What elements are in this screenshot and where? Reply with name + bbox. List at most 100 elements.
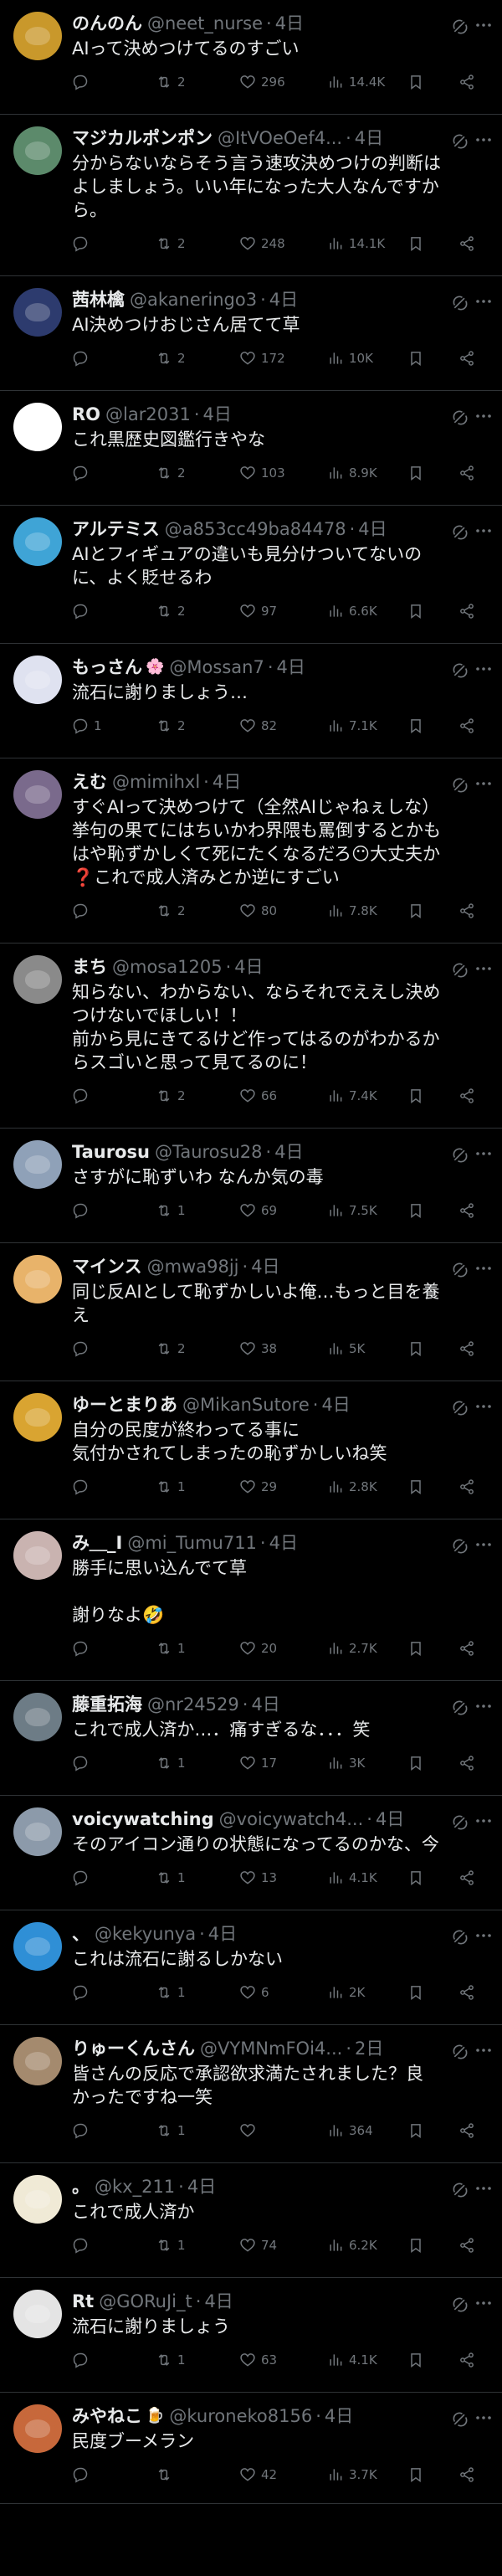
repost-button[interactable]: 1 <box>156 1869 239 1886</box>
repost-button[interactable]: 2 <box>156 603 239 620</box>
user-handle[interactable]: @Taurosu28 <box>155 1140 263 1164</box>
post-time[interactable]: 4日 <box>204 2290 233 2313</box>
reply-post[interactable]: マインス @mwa98jj · 4日 同じ反AIとして恥ずかしいよ俺…もっと目を… <box>0 1243 502 1381</box>
reply-button[interactable] <box>72 603 156 620</box>
share-button[interactable] <box>458 2122 475 2139</box>
share-button[interactable] <box>458 603 475 620</box>
avatar[interactable] <box>13 1531 62 1580</box>
reply-post[interactable]: アルテミス @a853cc49ba84478 · 4日 AIとフィギュアの違いも… <box>0 506 502 644</box>
views-button[interactable]: 14.4K <box>327 74 407 90</box>
bookmark-button[interactable] <box>407 1640 444 1657</box>
bookmark-button[interactable] <box>407 902 444 919</box>
reply-button[interactable] <box>72 1640 156 1657</box>
display-name[interactable]: もっさん <box>72 656 142 679</box>
display-name[interactable]: えむ <box>72 770 107 794</box>
display-name[interactable]: 。 <box>72 2175 90 2198</box>
share-button[interactable] <box>458 902 475 919</box>
grok-icon[interactable] <box>452 1699 469 1716</box>
post-time[interactable]: 4日 <box>277 656 305 679</box>
user-handle[interactable]: @GORuJi_t <box>99 2290 192 2313</box>
display-name[interactable]: みやねこ <box>72 2404 142 2428</box>
user-handle[interactable]: @mwa98jj <box>147 1255 239 1278</box>
grok-icon[interactable] <box>452 409 469 426</box>
grok-icon[interactable] <box>452 2411 469 2428</box>
grok-icon[interactable] <box>452 1538 469 1555</box>
share-button[interactable] <box>458 2466 475 2483</box>
repost-button[interactable]: 1 <box>156 1755 239 1771</box>
like-button[interactable]: 296 <box>239 74 327 90</box>
bookmark-button[interactable] <box>407 2466 444 2483</box>
reply-post[interactable]: えむ @mimihxl · 4日 すぐAIって決めつけて（全然AIじゃねぇしな）… <box>0 758 502 944</box>
post-time[interactable]: 4日 <box>203 403 232 426</box>
more-options-icon[interactable] <box>474 1144 494 1164</box>
repost-button[interactable]: 2 <box>156 1087 239 1104</box>
share-button[interactable] <box>458 74 475 90</box>
bookmark-button[interactable] <box>407 2352 444 2368</box>
avatar[interactable] <box>13 1140 62 1189</box>
display-name[interactable]: 藤重拓海 <box>72 1693 142 1716</box>
repost-button[interactable]: 2 <box>156 465 239 481</box>
user-handle[interactable]: @nr24529 <box>147 1693 239 1716</box>
share-button[interactable] <box>458 1984 475 2001</box>
bookmark-button[interactable] <box>407 465 444 481</box>
reply-button[interactable] <box>72 74 156 90</box>
post-time[interactable]: 4日 <box>251 1255 279 1278</box>
post-time[interactable]: 4日 <box>269 288 298 311</box>
user-handle[interactable]: @kekyunya <box>95 1922 196 1946</box>
reply-button[interactable] <box>72 1984 156 2001</box>
more-options-icon[interactable] <box>474 2408 494 2428</box>
post-time[interactable]: 4日 <box>376 1807 404 1831</box>
reply-button[interactable] <box>72 2237 156 2254</box>
bookmark-button[interactable] <box>407 350 444 367</box>
avatar[interactable] <box>13 288 62 337</box>
bookmark-button[interactable] <box>407 1869 444 1886</box>
user-handle[interactable]: @voicywatch4... <box>219 1807 364 1831</box>
reply-post[interactable]: もっさん 🌸 @Mossan7 · 4日 流石に謝りましょう… 1 2 82 7… <box>0 644 502 758</box>
reply-post[interactable]: 茜林檎 @akaneringo3 · 4日 AI決めつけおじさん居てて草 2 1… <box>0 276 502 391</box>
more-options-icon[interactable] <box>474 1811 494 1831</box>
reply-post[interactable]: りゅーくんさん @VYMNmFOi4... · 2日 皆さんの反応で承認欲求満た… <box>0 2025 502 2163</box>
grok-icon[interactable] <box>452 2296 469 2313</box>
post-time[interactable]: 4日 <box>275 12 304 35</box>
reply-button[interactable] <box>72 350 156 367</box>
grok-icon[interactable] <box>452 962 469 979</box>
reply-post[interactable]: ゆーとまりあ @MikanSutore · 4日 自分の民度が終わってる事に 気… <box>0 1381 502 1519</box>
repost-button[interactable]: 2 <box>156 1340 239 1357</box>
repost-button[interactable]: 2 <box>156 74 239 90</box>
like-button[interactable]: 29 <box>239 1478 327 1495</box>
post-time[interactable]: 4日 <box>274 1140 303 1164</box>
share-button[interactable] <box>458 1478 475 1495</box>
reply-button[interactable] <box>72 1755 156 1771</box>
views-button[interactable]: 6.2K <box>327 2237 407 2254</box>
repost-button[interactable]: 1 <box>156 1640 239 1657</box>
share-button[interactable] <box>458 2237 475 2254</box>
repost-button[interactable]: 1 <box>156 2237 239 2254</box>
grok-icon[interactable] <box>452 18 469 35</box>
post-time[interactable]: 4日 <box>208 1922 237 1946</box>
post-time[interactable]: 4日 <box>269 1531 298 1555</box>
user-handle[interactable]: @MikanSutore <box>182 1393 310 1417</box>
display-name[interactable]: のんのん <box>72 12 142 35</box>
repost-button[interactable]: 2 <box>156 350 239 367</box>
like-button[interactable]: 66 <box>239 1087 327 1104</box>
reply-post[interactable]: のんのん @neet_nurse · 4日 AIって決めつけてるのすごい 2 2… <box>0 0 502 115</box>
display-name[interactable]: RO <box>72 403 100 426</box>
share-button[interactable] <box>458 1869 475 1886</box>
views-button[interactable]: 2.8K <box>327 1478 407 1495</box>
bookmark-button[interactable] <box>407 1202 444 1219</box>
display-name[interactable]: み＿_I <box>72 1531 122 1555</box>
grok-icon[interactable] <box>452 133 469 150</box>
share-button[interactable] <box>458 2352 475 2368</box>
views-button[interactable]: 4.1K <box>327 2352 407 2368</box>
views-button[interactable]: 364 <box>327 2122 407 2139</box>
display-name[interactable]: まち <box>72 955 107 979</box>
like-button[interactable]: 63 <box>239 2352 327 2368</box>
avatar[interactable] <box>13 1393 62 1442</box>
post-time[interactable]: 4日 <box>213 770 241 794</box>
display-name[interactable]: マインス <box>72 1255 142 1278</box>
reply-post[interactable]: Rt @GORuJi_t · 4日 流石に謝りましょう 1 63 4.1K <box>0 2278 502 2393</box>
avatar[interactable] <box>13 2175 62 2224</box>
views-button[interactable]: 5K <box>327 1340 407 1357</box>
reply-post[interactable]: Taurosu @Taurosu28 · 4日 さすがに恥ずいわ なんか気の毒 … <box>0 1129 502 1243</box>
reply-post[interactable]: 藤重拓海 @nr24529 · 4日 これで成人済か…．痛すぎるな．．．笑 1 <box>0 1681 502 1796</box>
